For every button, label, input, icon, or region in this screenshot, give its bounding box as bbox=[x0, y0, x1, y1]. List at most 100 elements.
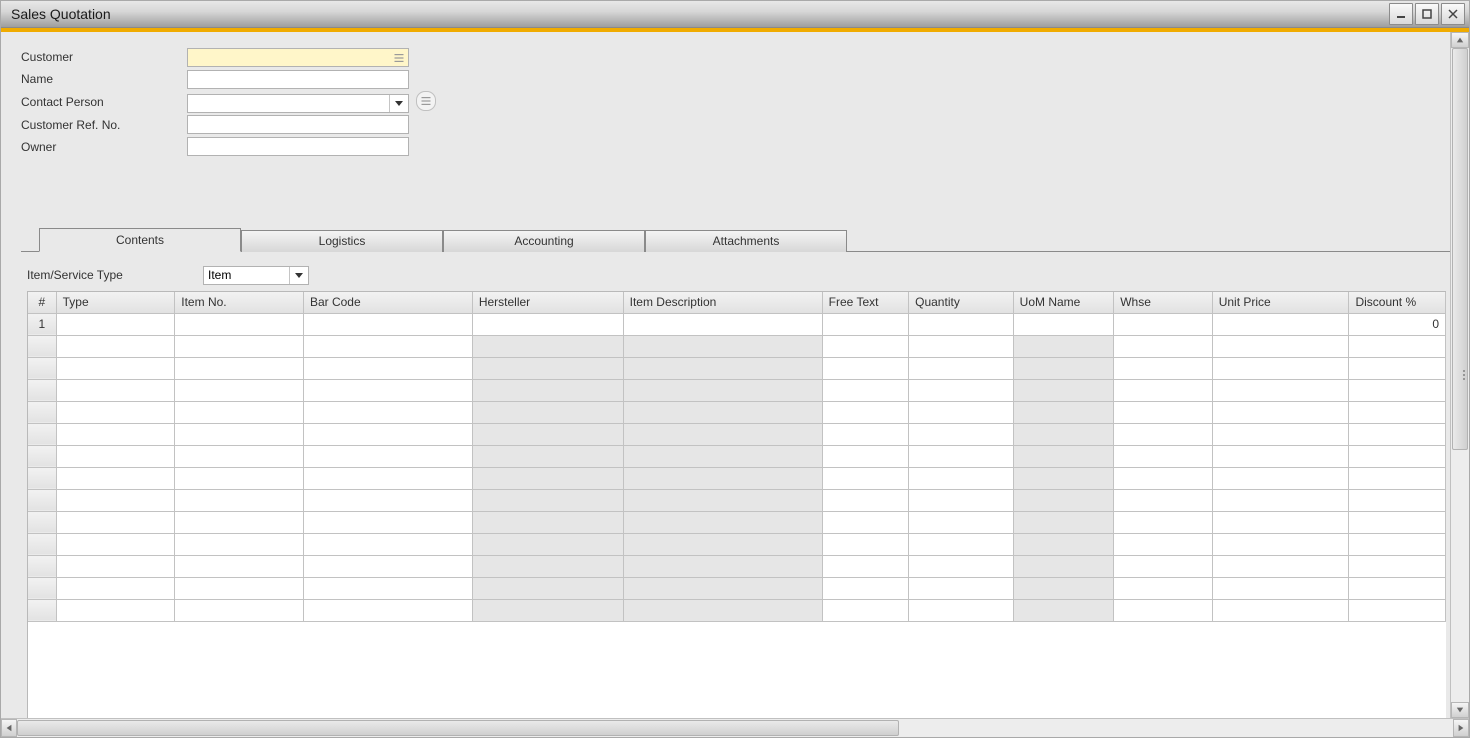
grid-cell-itemdesc[interactable] bbox=[623, 401, 822, 423]
grid-cell-unitprice[interactable] bbox=[1212, 577, 1349, 599]
table-row[interactable] bbox=[28, 379, 1446, 401]
tab-logistics[interactable]: Logistics bbox=[241, 230, 443, 252]
grid-cell-discountpct[interactable] bbox=[1349, 599, 1446, 621]
grid-cell-quantity[interactable] bbox=[909, 511, 1014, 533]
horizontal-scrollbar[interactable] bbox=[1, 718, 1469, 737]
table-row[interactable] bbox=[28, 335, 1446, 357]
grid-cell-hersteller[interactable] bbox=[472, 489, 623, 511]
item-service-type-dropdown-button[interactable] bbox=[289, 267, 308, 284]
table-row[interactable] bbox=[28, 489, 1446, 511]
name-input[interactable] bbox=[187, 70, 409, 89]
grid-cell-discountpct[interactable] bbox=[1349, 379, 1446, 401]
grid-cell-discountpct[interactable] bbox=[1349, 401, 1446, 423]
grid-cell-whse[interactable] bbox=[1114, 379, 1213, 401]
grid-cell-quantity[interactable] bbox=[909, 599, 1014, 621]
grid-cell-unitprice[interactable] bbox=[1212, 379, 1349, 401]
grid-cell-hersteller[interactable] bbox=[472, 577, 623, 599]
grid-cell-barcode[interactable] bbox=[303, 511, 472, 533]
grid-cell-quantity[interactable] bbox=[909, 313, 1014, 335]
table-row[interactable] bbox=[28, 511, 1446, 533]
grid-cell-itemno[interactable] bbox=[175, 357, 304, 379]
table-row[interactable]: 10 bbox=[28, 313, 1446, 335]
grid-cell-type[interactable] bbox=[56, 401, 175, 423]
grid-cell-whse[interactable] bbox=[1114, 577, 1213, 599]
grid-cell-freetext[interactable] bbox=[822, 599, 908, 621]
grid-cell-hersteller[interactable] bbox=[472, 445, 623, 467]
grid-cell-itemno[interactable] bbox=[175, 489, 304, 511]
grid-cell-uomname[interactable] bbox=[1013, 423, 1114, 445]
grid-cell-freetext[interactable] bbox=[822, 357, 908, 379]
grid-cell-uomname[interactable] bbox=[1013, 511, 1114, 533]
grid-cell-unitprice[interactable] bbox=[1212, 335, 1349, 357]
grid-cell-itemno[interactable] bbox=[175, 423, 304, 445]
grid-cell-freetext[interactable] bbox=[822, 401, 908, 423]
grid-cell-whse[interactable] bbox=[1114, 357, 1213, 379]
grid-cell-uomname[interactable] bbox=[1013, 599, 1114, 621]
grid-cell-uomname[interactable] bbox=[1013, 445, 1114, 467]
grid-cell-itemdesc[interactable] bbox=[623, 313, 822, 335]
grid-cell-num[interactable] bbox=[28, 379, 56, 401]
grid-cell-hersteller[interactable] bbox=[472, 467, 623, 489]
grid-cell-freetext[interactable] bbox=[822, 445, 908, 467]
grid-cell-discountpct[interactable] bbox=[1349, 555, 1446, 577]
grid-cell-freetext[interactable] bbox=[822, 423, 908, 445]
grid-cell-discountpct[interactable] bbox=[1349, 577, 1446, 599]
grid-cell-freetext[interactable] bbox=[822, 335, 908, 357]
grid-cell-quantity[interactable] bbox=[909, 555, 1014, 577]
scroll-up-button[interactable] bbox=[1451, 32, 1469, 48]
grid-cell-quantity[interactable] bbox=[909, 445, 1014, 467]
grid-cell-num[interactable]: 1 bbox=[28, 313, 56, 335]
grid-cell-whse[interactable] bbox=[1114, 489, 1213, 511]
grid-cell-quantity[interactable] bbox=[909, 401, 1014, 423]
col-item-description[interactable]: Item Description bbox=[623, 292, 822, 314]
grid-cell-type[interactable] bbox=[56, 379, 175, 401]
grid-cell-whse[interactable] bbox=[1114, 401, 1213, 423]
grid-cell-uomname[interactable] bbox=[1013, 467, 1114, 489]
grid-cell-quantity[interactable] bbox=[909, 467, 1014, 489]
tab-accounting[interactable]: Accounting bbox=[443, 230, 645, 252]
grid-cell-itemno[interactable] bbox=[175, 445, 304, 467]
grid-cell-discountpct[interactable] bbox=[1349, 533, 1446, 555]
grid-cell-itemno[interactable] bbox=[175, 313, 304, 335]
grid-cell-num[interactable] bbox=[28, 335, 56, 357]
tab-contents[interactable]: Contents bbox=[39, 228, 241, 252]
table-row[interactable] bbox=[28, 467, 1446, 489]
minimize-button[interactable] bbox=[1389, 3, 1413, 25]
grid-cell-type[interactable] bbox=[56, 445, 175, 467]
customer-input[interactable] bbox=[187, 48, 409, 67]
grid-cell-type[interactable] bbox=[56, 511, 175, 533]
grid-cell-unitprice[interactable] bbox=[1212, 555, 1349, 577]
vertical-scroll-thumb[interactable] bbox=[1452, 48, 1468, 450]
grid-cell-barcode[interactable] bbox=[303, 489, 472, 511]
grid-cell-barcode[interactable] bbox=[303, 445, 472, 467]
table-row[interactable] bbox=[28, 423, 1446, 445]
grid-cell-type[interactable] bbox=[56, 577, 175, 599]
grid-cell-itemdesc[interactable] bbox=[623, 467, 822, 489]
table-row[interactable] bbox=[28, 357, 1446, 379]
col-quantity[interactable]: Quantity bbox=[909, 292, 1014, 314]
grid-cell-unitprice[interactable] bbox=[1212, 357, 1349, 379]
grid-cell-itemdesc[interactable] bbox=[623, 533, 822, 555]
grid-cell-num[interactable] bbox=[28, 577, 56, 599]
scroll-right-button[interactable] bbox=[1453, 719, 1469, 737]
grid-cell-type[interactable] bbox=[56, 489, 175, 511]
grid-cell-itemdesc[interactable] bbox=[623, 577, 822, 599]
grid-cell-hersteller[interactable] bbox=[472, 313, 623, 335]
grid-cell-barcode[interactable] bbox=[303, 313, 472, 335]
grid-cell-type[interactable] bbox=[56, 357, 175, 379]
grid-cell-type[interactable] bbox=[56, 335, 175, 357]
grid-cell-whse[interactable] bbox=[1114, 555, 1213, 577]
grid-cell-whse[interactable] bbox=[1114, 423, 1213, 445]
close-button[interactable] bbox=[1441, 3, 1465, 25]
grid-cell-whse[interactable] bbox=[1114, 467, 1213, 489]
grid-cell-itemdesc[interactable] bbox=[623, 379, 822, 401]
grid-cell-discountpct[interactable] bbox=[1349, 489, 1446, 511]
col-item-no[interactable]: Item No. bbox=[175, 292, 304, 314]
table-row[interactable] bbox=[28, 445, 1446, 467]
grid-cell-itemno[interactable] bbox=[175, 555, 304, 577]
grid-cell-itemno[interactable] bbox=[175, 467, 304, 489]
grid-cell-barcode[interactable] bbox=[303, 379, 472, 401]
grid-cell-quantity[interactable] bbox=[909, 577, 1014, 599]
grid-cell-quantity[interactable] bbox=[909, 533, 1014, 555]
grid-cell-freetext[interactable] bbox=[822, 555, 908, 577]
